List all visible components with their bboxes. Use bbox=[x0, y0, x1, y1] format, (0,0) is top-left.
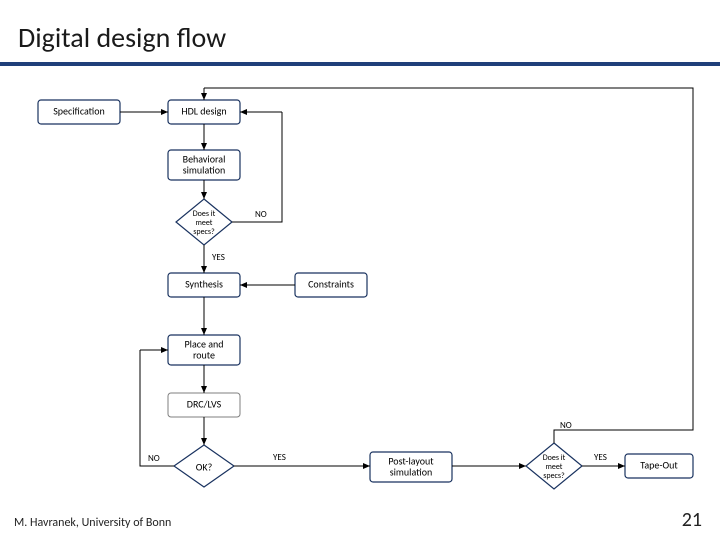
page-number: 21 bbox=[682, 508, 702, 532]
node-constr-label: Constraints bbox=[308, 277, 354, 290]
node-behav-label-2: simulation bbox=[183, 163, 226, 176]
node-spec-label: Specification bbox=[53, 104, 105, 117]
edge-ok-yes: YES bbox=[273, 452, 286, 463]
node-pr-l2: route bbox=[193, 348, 215, 361]
node-drc-label: DRC/LVS bbox=[187, 397, 222, 410]
footer-author: M. Havranek, University of Bonn bbox=[14, 516, 171, 530]
edge-ok-no: NO bbox=[148, 453, 160, 464]
node-synth-label: Synthesis bbox=[185, 277, 223, 290]
edge-d2-yes: YES bbox=[594, 452, 607, 463]
edge-d1-yes: YES bbox=[212, 252, 225, 263]
node-d2-l3: specs? bbox=[543, 471, 565, 481]
flowchart: Specification HDL design Behavioral simu… bbox=[0, 0, 720, 540]
node-tape-label: Tape-Out bbox=[640, 458, 678, 471]
edge-d1-no: NO bbox=[255, 209, 267, 220]
node-ok-label: OK? bbox=[196, 460, 213, 473]
node-hdl-label: HDL design bbox=[181, 104, 226, 117]
node-d1-l3: specs? bbox=[193, 227, 215, 237]
line-d2-no bbox=[204, 88, 693, 443]
node-post-l2: simulation bbox=[390, 465, 433, 478]
edge-d2-no: NO bbox=[560, 420, 572, 431]
